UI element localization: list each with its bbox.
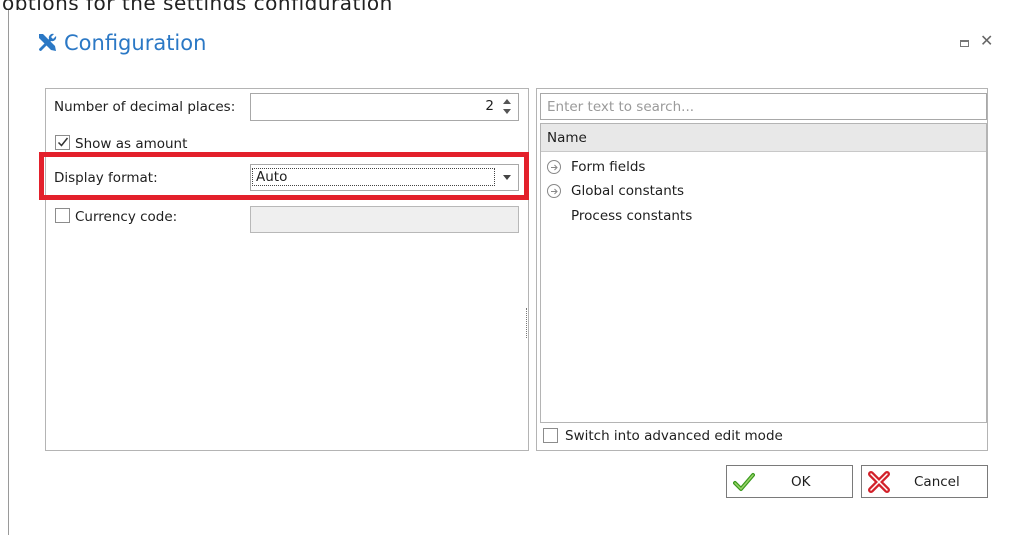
panel-splitter[interactable] [526,308,529,338]
tree-item-global-constants[interactable]: Global constants [541,181,986,205]
tree-item-label: Form fields [571,159,646,175]
advanced-edit-mode-label: Switch into advanced edit mode [565,428,783,444]
decimal-places-stepper[interactable]: 2 [250,93,519,121]
cancel-label: Cancel [914,474,960,490]
advanced-edit-mode-checkbox[interactable] [543,428,558,443]
chevron-up-icon[interactable] [503,99,511,104]
checkmark-icon [57,137,69,147]
display-format-label: Display format: [54,170,158,186]
dialog-title-bar: Configuration [34,30,206,56]
column-header-name: Name [547,130,587,146]
cropped-caption-fragment: options for the settings configuration [0,0,1018,10]
tree-item-process-constants[interactable]: Process constants [541,206,986,230]
search-input[interactable] [540,93,987,120]
currency-code-checkbox[interactable] [55,208,70,223]
decimal-places-label: Number of decimal places: [54,99,236,115]
chevron-down-icon[interactable] [503,175,511,180]
window-left-border [8,10,9,535]
checkmark-icon [733,473,755,491]
chevron-down-icon[interactable] [503,109,511,114]
display-format-value: Auto [252,168,495,186]
close-icon[interactable]: ✕ [980,33,993,49]
ok-button[interactable]: OK [726,465,853,498]
tree-item-label: Process constants [571,208,693,224]
currency-code-label: Currency code: [75,209,178,225]
variables-tree: Name Form fields Global constants Proces… [540,123,987,423]
tree-item-label: Global constants [571,183,685,199]
tools-icon [39,33,57,51]
circle-arrow-right-icon[interactable] [547,160,561,174]
tree-column-header[interactable]: Name [541,124,986,152]
stepper-buttons[interactable] [503,97,513,117]
ok-label: OK [791,474,811,490]
dialog-title: Configuration [64,31,207,55]
cross-icon [868,471,890,493]
circle-arrow-right-icon[interactable] [547,184,561,198]
show-as-amount-checkbox[interactable] [55,135,70,150]
maximize-icon[interactable] [960,40,969,47]
tree-item-form-fields[interactable]: Form fields [541,157,986,181]
decimal-places-value: 2 [485,98,494,114]
display-format-dropdown[interactable]: Auto [250,164,519,191]
currency-code-field[interactable] [250,206,519,233]
caption-text: options for the settings configuration [2,0,393,10]
show-as-amount-label: Show as amount [75,136,188,152]
cancel-button[interactable]: Cancel [861,465,988,498]
